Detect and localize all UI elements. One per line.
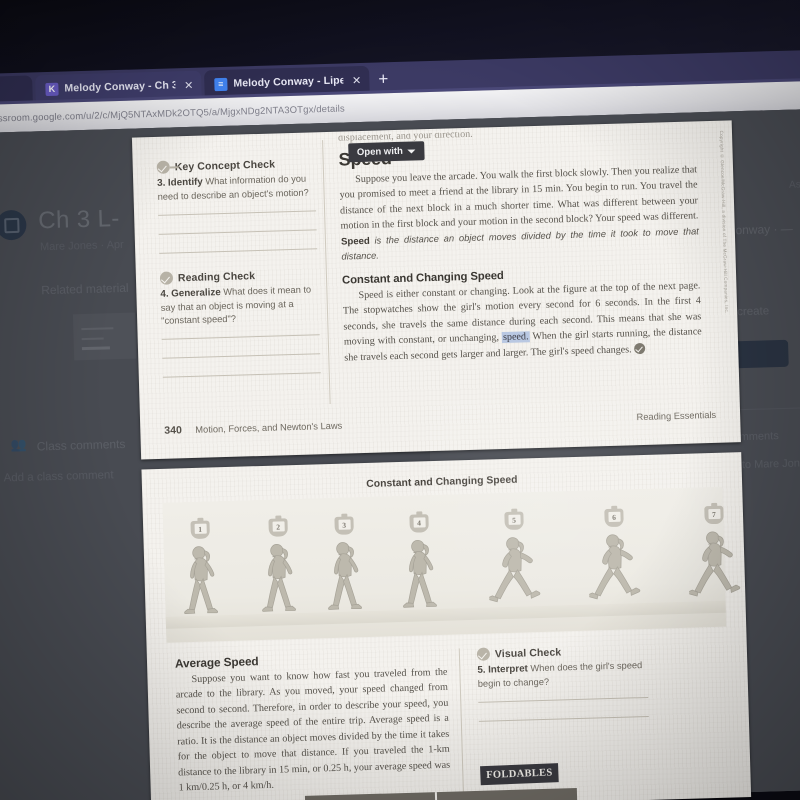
answer-line[interactable]	[158, 229, 317, 235]
check-badge-icon	[476, 647, 491, 661]
constant-changing-speed-figure: 1 2 3 4 5 6 7	[162, 486, 741, 643]
question-number: 4.	[160, 288, 169, 300]
address-bar-url: classroom.google.com/u/2/c/MjQ5NTAxMDk2O…	[0, 102, 345, 125]
answer-lines[interactable]	[158, 210, 318, 254]
answer-line[interactable]	[161, 334, 320, 341]
constant-paragraph: Speed is either constant or changing. Lo…	[342, 278, 702, 365]
girl-silhouette	[687, 531, 741, 597]
answer-line[interactable]	[162, 372, 321, 379]
open-with-label: Open with	[356, 145, 404, 159]
stopwatch-number: 4	[412, 517, 426, 528]
speed-definition: is the distance an object moves divided …	[341, 225, 699, 263]
reading-check-title: Reading Check	[177, 269, 256, 284]
answer-lines[interactable]	[478, 697, 649, 722]
answer-lines[interactable]	[161, 334, 321, 379]
stopwatch-icon: 4	[409, 511, 429, 533]
docs-favicon-icon: ≡	[214, 77, 228, 91]
stopwatch-number: 3	[337, 519, 351, 530]
speed-term: Speed	[340, 235, 370, 248]
page1-left-column: Key Concept Check 3. Identify What infor…	[156, 140, 321, 396]
check-badge-icon	[634, 342, 646, 354]
stopwatch-icon: 6	[604, 505, 624, 528]
stopwatch-number: 6	[607, 511, 621, 523]
girl-silhouette	[328, 542, 362, 610]
question-number: 5.	[477, 664, 486, 676]
question-verb: Interpret	[487, 663, 529, 676]
highlighted-text[interactable]: speed.	[501, 331, 530, 344]
stopwatch-number: 2	[272, 521, 285, 532]
answer-line[interactable]	[159, 248, 318, 254]
stopwatch-number: 7	[707, 508, 721, 520]
page2-left-column: Average Speed Suppose you want to know h…	[175, 649, 451, 796]
open-with-dropdown[interactable]: Open with	[348, 141, 425, 163]
reading-check-header: Reading Check	[159, 267, 318, 285]
question-verb: Generalize	[171, 287, 221, 300]
stopwatch-icon: 5	[504, 508, 524, 531]
chevron-down-icon	[407, 148, 416, 154]
average-speed-text: Suppose you want to know how fast you tr…	[175, 666, 451, 794]
visual-check-question: 5. Interpret When does the girl's speed …	[477, 659, 648, 691]
reading-check-question: 4. Generalize What does it mean to say t…	[160, 283, 319, 328]
key-concept-check-title: Key Concept Check	[174, 157, 276, 173]
girl-silhouette	[403, 539, 437, 608]
question-verb: Identify	[167, 176, 203, 189]
visual-check-header: Visual Check	[476, 643, 647, 661]
stopwatch-number: 5	[507, 514, 521, 525]
close-icon[interactable]: ✕	[352, 73, 362, 86]
foldables-badge: FOLDABLES	[480, 763, 559, 786]
browser-tab-3-label: Melody Conway - Lipe State Te	[233, 74, 344, 90]
check-badge-icon	[156, 160, 170, 174]
girl-silhouette	[487, 537, 541, 603]
stopwatch-icon: 7	[704, 502, 724, 525]
page2-right-column: Visual Check 5. Interpret When does the …	[476, 643, 650, 786]
answer-line[interactable]	[162, 353, 321, 360]
screenshot-root: 3 L-1 Ou ✕ K Melody Conway - Ch 3 L-1 Co…	[0, 0, 800, 800]
figure-runner-frame: 5	[483, 508, 548, 620]
question-number: 3.	[157, 177, 166, 189]
girl-silhouette	[262, 544, 297, 612]
answer-line[interactable]	[478, 716, 649, 722]
series-title: Reading Essentials	[636, 409, 717, 423]
column-divider	[458, 648, 464, 797]
column-divider	[322, 140, 331, 405]
stopwatch-number: 1	[194, 523, 207, 534]
copyright-notice: Copyright © Glencoe/McGraw-Hill, a divis…	[718, 130, 730, 314]
stopwatch-icon: 2	[268, 515, 288, 537]
speed-paragraph-text: Suppose you leave the arcade. You walk t…	[339, 164, 699, 232]
document-page-1: displacement, and your direction. Key Co…	[131, 120, 741, 460]
footer-left: 340 Motion, Forces, and Newton's Laws	[164, 416, 342, 439]
browser-window: 3 L-1 Ou ✕ K Melody Conway - Ch 3 L-1 Co…	[0, 49, 800, 800]
browser-tab-2-label: Melody Conway - Ch 3 L-1 Co	[64, 79, 176, 95]
answer-line[interactable]	[478, 697, 649, 703]
foldables-label: FOLDABLES	[486, 767, 553, 781]
close-icon[interactable]: ✕	[184, 78, 194, 91]
figure-runner-frame: 7	[683, 502, 748, 614]
stopwatch-icon: 3	[334, 513, 354, 535]
page1-footer: 340 Motion, Forces, and Newton's Laws Re…	[164, 405, 716, 439]
answer-line[interactable]	[158, 210, 317, 216]
browser-tab-1[interactable]: 3 L-1 Ou ✕	[0, 75, 33, 107]
page-number: 340	[164, 424, 183, 437]
average-speed-paragraph: Suppose you want to know how fast you tr…	[175, 665, 450, 796]
figure-runner-frame: 4	[388, 511, 453, 623]
classroom-favicon-icon: K	[45, 82, 59, 96]
chapter-title: Motion, Forces, and Newton's Laws	[195, 420, 343, 435]
girl-silhouette	[587, 534, 641, 600]
document-page-2: Constant and Changing Speed 1234567 Aver…	[141, 452, 752, 800]
visual-check-title: Visual Check	[494, 645, 562, 660]
new-tab-button[interactable]: +	[378, 69, 389, 89]
stopwatch-icon: 1	[190, 517, 210, 540]
speed-paragraph: Suppose you leave the arcade. You walk t…	[339, 162, 700, 265]
figure-runner-frame: 3	[313, 513, 378, 625]
figure-runner-frame: 1	[169, 517, 234, 629]
key-concept-question: 3. Identify What information do you need…	[157, 172, 316, 204]
figure-runner-frame: 6	[583, 505, 648, 617]
check-badge-icon	[159, 271, 174, 285]
girl-silhouette	[184, 546, 219, 615]
figure-runner-frame: 2	[247, 515, 312, 627]
